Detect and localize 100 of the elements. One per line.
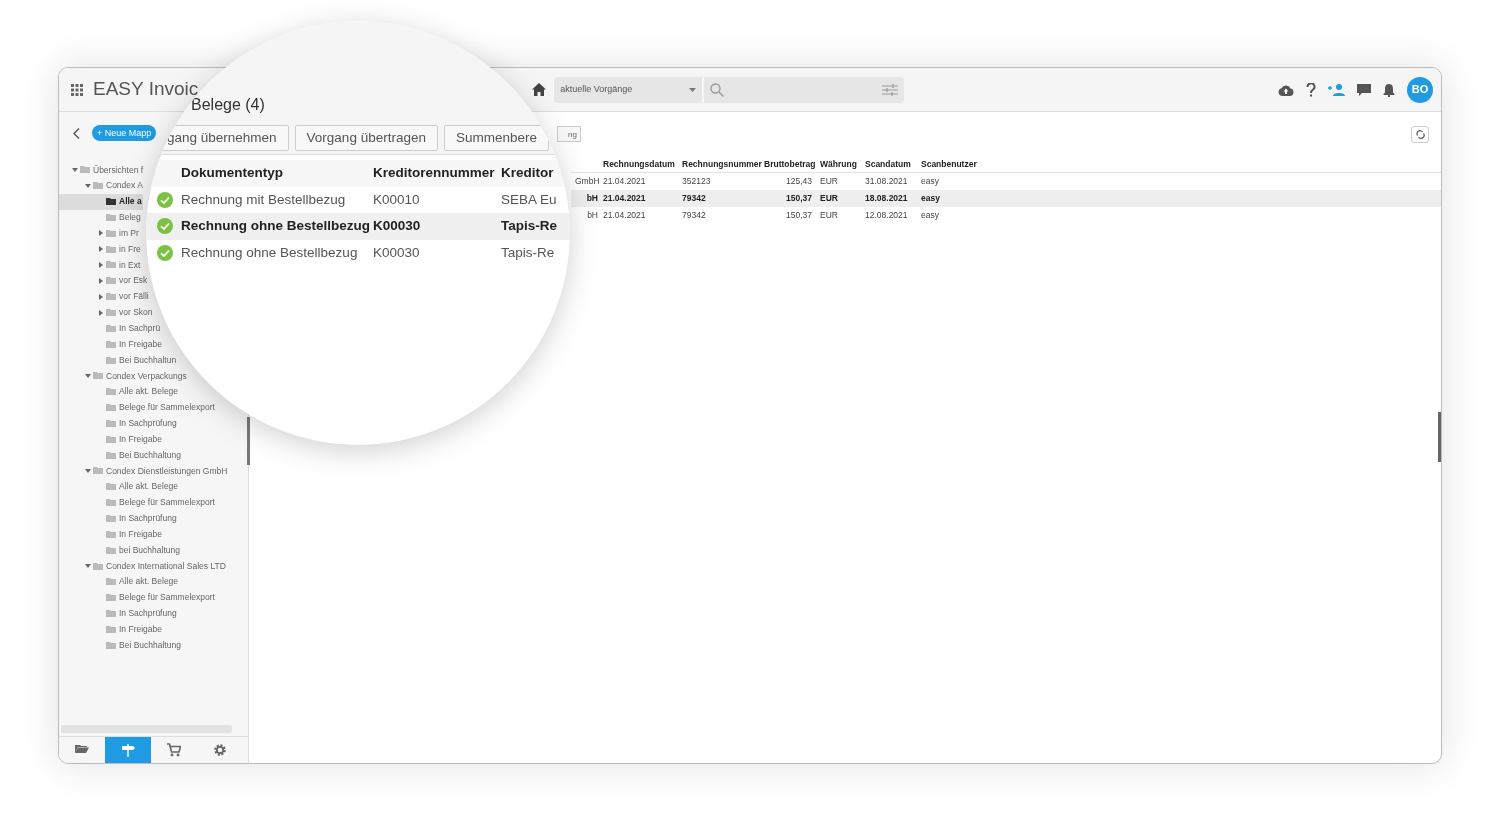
tree-item[interactable]: In Freigabe [59,526,163,543]
table-cell-text: 79342 [681,192,707,205]
table-cell-text: Tapis-Re [501,243,556,262]
sidebar-tab[interactable] [105,737,151,763]
filter-sliders-icon[interactable] [882,83,899,96]
collapse-caret-icon[interactable] [99,309,103,316]
search-field[interactable] [704,76,905,103]
tree-item[interactable]: Belege für Sammelexport [59,589,216,606]
collapse-caret-icon[interactable] [99,230,103,237]
table-cell-text: easy [920,175,940,188]
caret-icon [689,87,697,92]
column-header[interactable]: Scandatum [861,158,917,171]
expand-caret-icon[interactable] [85,183,91,188]
action-button[interactable]: Vorgang übertragen [294,125,438,151]
table-cell-text: 21.04.2021 [602,192,647,205]
tree-item[interactable]: Condex International Sales LTD [59,558,227,574]
table-cell-text: GmbH [574,175,601,188]
table-cell-text: Rechnung ohne Bestellbezug [180,243,359,262]
column-header[interactable]: Währung [816,158,861,171]
cart-icon [167,743,181,757]
scrollbar-thumb[interactable] [1438,412,1441,462]
tree-item[interactable]: bei Buchhaltung [59,542,181,559]
table-row[interactable]: bH 21.04.2021 79342 150,37 EUR 18.08.2021 easy [571,190,1441,207]
table-cell-text: 125,43 [785,175,813,188]
tree-item[interactable]: Übersichten f [59,162,145,178]
collapse-caret-icon[interactable] [99,246,103,253]
table-row[interactable]: Rechnung ohne Bestellbezug K00030 Tapis-Re [146,213,570,240]
toolbar-button[interactable]: ng [557,126,581,142]
table-cell-text: 150,37 [785,192,813,205]
tree-item[interactable]: Alle akt. Belege [59,478,180,495]
back-chevron-icon[interactable] [73,127,80,139]
new-folder-button[interactable]: + Neue Mapp [92,124,157,142]
table-cell-text: 150,37 [785,209,813,222]
refresh-button[interactable] [1411,125,1429,143]
table-cell-text: K00010 [373,190,421,209]
tree-item[interactable]: In Sachprüfung [59,510,178,527]
user-avatar[interactable]: BO [1407,76,1433,103]
table-cell-text: 18.08.2021 [864,192,909,205]
tree-item[interactable]: In Sachprüfung [59,605,178,622]
tree-item[interactable]: Beleg [59,209,142,226]
tree-item[interactable]: vor Esk [59,272,149,289]
table-cell-text: bH [585,192,599,205]
home-icon[interactable] [532,83,547,96]
table-cell-text: EUR [819,175,839,188]
table-row[interactable]: GmbH 21.04.2021 352123 125,43 EUR 31.08.2021 easy [571,173,1441,190]
table-cell-text: SEBA Eu [501,190,558,209]
list-title: Belege (4) [191,95,265,115]
table-cell-text: 352123 [681,175,712,188]
tree-item[interactable]: vor Fälli [59,288,150,305]
action-button[interactable]: gang übernehmen [160,125,289,151]
table-cell-text: 12.08.2021 [864,209,909,222]
tree-item[interactable]: In Sachprüfung [59,415,178,432]
tree-item[interactable]: In Freigabe [59,431,163,448]
table-cell-text: Tapis-Re [501,217,558,236]
expand-caret-icon[interactable] [85,373,91,378]
chat-icon[interactable] [1357,83,1371,96]
scrollbar-thumb[interactable] [247,417,250,465]
expand-caret-icon[interactable] [72,167,78,172]
table-cell-text: EUR [819,192,839,205]
collapse-caret-icon[interactable] [99,293,103,300]
tree-item[interactable]: Belege für Sammelexport [59,494,216,511]
column-header[interactable]: Rechnungsnummer [678,158,760,171]
cloud-upload-icon[interactable] [1278,83,1294,96]
table-row[interactable]: bH 21.04.2021 79342 150,37 EUR 12.08.2021 easy [571,207,1441,224]
column-header[interactable]: Dokumententyp [179,163,373,184]
table-cell-text: bH [586,209,599,222]
tree-item[interactable]: In Freigabe [59,621,163,638]
add-user-icon[interactable] [1328,83,1345,96]
tree-item[interactable]: Alle a [59,193,143,210]
column-header[interactable]: Kreditorennummer [373,163,501,184]
column-header[interactable]: Rechnungsdatum [601,158,678,171]
apps-grid-icon[interactable] [71,83,83,96]
signpost-icon [121,743,135,757]
tree-item[interactable]: im Pr [59,225,140,242]
tree-item[interactable]: Bei Buchhaltung [59,447,182,464]
expand-caret-icon[interactable] [85,564,91,568]
tree-item[interactable]: in Ext [59,257,142,273]
expand-caret-icon[interactable] [85,468,91,473]
tree-item[interactable]: Condex Dienstleistungen GmbH [59,463,229,479]
view-dropdown[interactable]: aktuelle Vorgänge [554,76,703,103]
tree-item[interactable]: Alle akt. Belege [59,573,180,590]
column-header[interactable]: Scanbenutzer [917,158,977,171]
check-circle-icon [157,218,173,235]
collapse-caret-icon[interactable] [99,277,103,284]
bell-icon[interactable] [1383,82,1395,97]
settings-icon [213,743,227,757]
table-row[interactable]: Rechnung ohne Bestellbezug K00030 Tapis-Re [146,239,570,266]
action-button[interactable]: Summenbere [443,125,549,151]
table-cell-text: K00030 [373,243,421,262]
table-cell-text: Rechnung ohne Bestellbezug [180,217,371,236]
refresh-icon [1415,129,1425,139]
tree-item[interactable]: Bei Buchhaltung [59,637,182,654]
table-row[interactable]: Rechnung mit Bestellbezug K00010 SEBA Eu [146,186,570,213]
table-cell-text: 21.04.2021 [602,209,647,222]
table-cell-text: 31.08.2021 [864,175,909,188]
tree-item[interactable]: in Fre [59,241,142,258]
collapse-caret-icon[interactable] [99,262,103,268]
column-header[interactable]: Kreditor [501,163,561,184]
help-icon[interactable] [1306,82,1316,97]
tree-item[interactable]: Condex A [59,177,144,194]
